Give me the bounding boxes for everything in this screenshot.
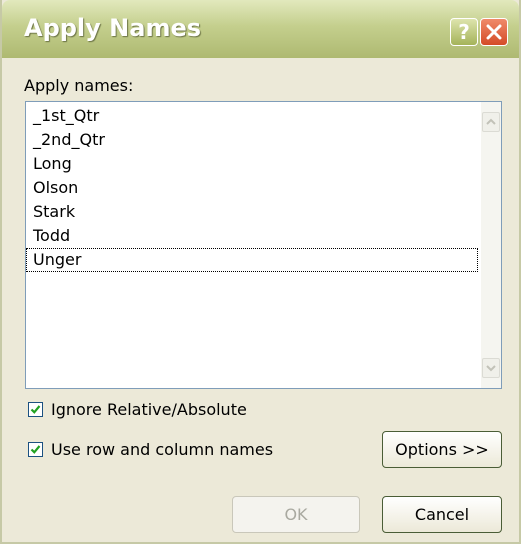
title-bar[interactable]: Apply Names ? — [2, 0, 519, 58]
list-item[interactable]: Stark — [26, 200, 478, 224]
use-row-column-names-checkbox[interactable] — [28, 442, 43, 457]
use-row-column-names-label: Use row and column names — [51, 440, 274, 459]
checkmark-icon — [30, 405, 41, 414]
window-title: Apply Names — [24, 14, 202, 42]
names-list: _1st_Qtr _2nd_Qtr Long Olson Stark Todd … — [26, 104, 478, 272]
checkmark-icon — [30, 445, 41, 454]
ignore-relative-absolute-checkbox[interactable] — [28, 402, 43, 417]
options-button[interactable]: Options >> — [382, 431, 502, 468]
vertical-scrollbar[interactable] — [481, 102, 501, 388]
apply-names-dialog: Apply Names ? Apply names: _1st_Qtr _2nd… — [0, 0, 521, 544]
list-item[interactable]: Long — [26, 152, 478, 176]
ignore-relative-absolute-option[interactable]: Ignore Relative/Absolute — [28, 400, 247, 419]
close-button[interactable] — [480, 18, 508, 46]
use-row-column-names-option[interactable]: Use row and column names — [28, 440, 273, 459]
list-item[interactable]: Olson — [26, 176, 478, 200]
help-icon: ? — [458, 20, 470, 44]
list-item[interactable]: Todd — [26, 224, 478, 248]
ok-button[interactable]: OK — [232, 496, 360, 533]
scroll-up-button[interactable] — [482, 112, 500, 132]
apply-names-label: Apply names: — [24, 76, 134, 95]
help-button[interactable]: ? — [450, 18, 478, 46]
ignore-relative-absolute-label: Ignore Relative/Absolute — [51, 400, 247, 419]
cancel-button[interactable]: Cancel — [382, 496, 502, 533]
list-item-focused[interactable]: Unger — [26, 248, 478, 272]
names-listbox[interactable]: _1st_Qtr _2nd_Qtr Long Olson Stark Todd … — [25, 101, 502, 389]
scroll-down-button[interactable] — [482, 358, 500, 378]
chevron-up-icon — [486, 118, 496, 125]
list-item[interactable]: _2nd_Qtr — [26, 128, 478, 152]
chevron-down-icon — [486, 365, 496, 372]
close-icon — [486, 24, 502, 40]
list-item[interactable]: _1st_Qtr — [26, 104, 478, 128]
